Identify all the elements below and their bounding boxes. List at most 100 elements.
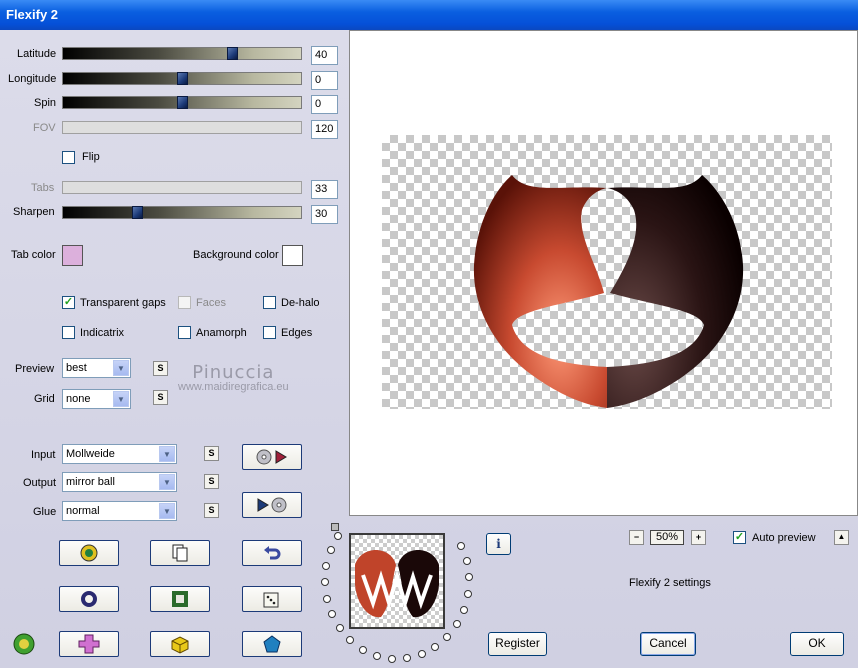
frame-button[interactable] (150, 586, 210, 612)
ok-button[interactable]: OK (790, 632, 844, 656)
dice-icon (263, 592, 279, 608)
fov-field[interactable]: 120 (311, 120, 338, 139)
navigator-dot[interactable] (464, 589, 473, 598)
navigator-dot[interactable] (372, 651, 381, 660)
tabs-slider[interactable] (62, 181, 302, 194)
preview-pane[interactable] (349, 30, 858, 516)
register-button[interactable]: Register (488, 632, 547, 656)
sharpen-thumb[interactable] (132, 206, 143, 219)
faces-checkbox[interactable] (178, 296, 191, 309)
chevron-down-icon[interactable]: ▼ (159, 474, 175, 490)
latitude-field[interactable]: 40 (311, 46, 338, 65)
navigator-dot[interactable] (464, 573, 473, 582)
dialog-body: Latitude 40 Longitude 0 Spin 0 FOV 120 F… (0, 30, 858, 668)
pentagon-button[interactable] (242, 631, 302, 657)
title-bar: Flexify 2 (0, 0, 858, 30)
navigator-dot[interactable] (322, 594, 331, 603)
fov-label: FOV (33, 122, 56, 134)
frame-icon (172, 591, 188, 607)
chevron-down-icon[interactable]: ▼ (159, 503, 175, 519)
navigator-dot[interactable] (346, 636, 355, 645)
preview-canvas (382, 135, 832, 409)
thumbnail-preview[interactable] (349, 533, 445, 629)
navigator-dot[interactable] (460, 605, 468, 614)
background-color-label: Background color (193, 249, 279, 261)
zoom-out-button[interactable]: − (629, 530, 644, 545)
anamorph-checkbox[interactable] (178, 326, 191, 339)
indicatrix-checkbox[interactable] (62, 326, 75, 339)
info-button[interactable]: i (486, 533, 511, 555)
copy-icon (172, 544, 188, 562)
longitude-label: Longitude (8, 73, 57, 85)
navigator-dot[interactable] (431, 643, 440, 651)
input-label: Input (31, 449, 56, 461)
chevron-down-icon[interactable]: ▼ (113, 360, 129, 376)
save-output-button[interactable] (242, 492, 302, 518)
tabs-field[interactable]: 33 (311, 180, 338, 199)
glue-sync-button[interactable]: S (204, 503, 219, 518)
preview-select[interactable]: best ▼ (62, 358, 131, 378)
background-color-swatch[interactable] (282, 245, 303, 266)
navigator-dot[interactable] (417, 650, 426, 659)
navigator-dot[interactable] (457, 541, 466, 550)
input-sync-button[interactable]: S (204, 446, 219, 461)
navigator-dot[interactable] (335, 624, 344, 633)
tab-shape-button[interactable] (59, 631, 119, 657)
glue-select[interactable]: normal ▼ (62, 501, 177, 521)
spin-slider[interactable] (62, 96, 302, 109)
flip-label: Flip (82, 151, 100, 163)
de-halo-checkbox[interactable] (263, 296, 276, 309)
chevron-down-icon[interactable]: ▼ (113, 391, 129, 407)
longitude-slider[interactable] (62, 72, 302, 85)
random-dice-button[interactable] (242, 586, 302, 612)
auto-preview-checkbox[interactable]: ✓ (733, 531, 746, 544)
collapse-button[interactable]: ▲ (834, 530, 849, 545)
grid-select[interactable]: none ▼ (62, 389, 131, 409)
output-sync-button[interactable]: S (204, 474, 219, 489)
cube-button[interactable] (150, 631, 210, 657)
zoom-in-button[interactable]: + (691, 530, 706, 545)
preview-sync-button[interactable]: S (153, 361, 168, 376)
navigator-dot[interactable] (327, 610, 336, 619)
spin-thumb[interactable] (177, 96, 188, 109)
longitude-thumb[interactable] (177, 72, 188, 85)
spin-field[interactable]: 0 (311, 95, 338, 114)
tab-color-swatch[interactable] (62, 245, 83, 266)
input-select[interactable]: Mollweide ▼ (62, 444, 177, 464)
sharpen-field[interactable]: 30 (311, 205, 338, 224)
sharpen-slider[interactable] (62, 206, 302, 219)
grid-sync-button[interactable]: S (153, 390, 168, 405)
tabs-label: Tabs (31, 182, 55, 194)
cube-icon (171, 636, 189, 654)
disc-to-play-icon (256, 449, 287, 465)
load-input-button[interactable] (242, 444, 302, 470)
ring-button[interactable] (59, 586, 119, 612)
edges-checkbox[interactable] (263, 326, 276, 339)
flip-checkbox[interactable] (62, 151, 75, 164)
preview-render-image (473, 175, 744, 408)
navigator-dot[interactable] (387, 654, 396, 663)
navigator-dot[interactable] (443, 632, 452, 641)
copy-button[interactable] (150, 540, 210, 566)
input-select-value: Mollweide (66, 448, 115, 460)
navigator-dot[interactable] (322, 562, 331, 570)
fov-slider[interactable] (62, 121, 302, 134)
navigator-dot[interactable] (402, 654, 411, 663)
navigator-dot[interactable] (334, 531, 343, 540)
randomize-button[interactable] (59, 540, 119, 566)
navigator-dot[interactable] (462, 556, 471, 565)
undo-button[interactable] (242, 540, 302, 566)
navigator-handle[interactable] (331, 523, 339, 531)
navigator-dot[interactable] (326, 546, 335, 555)
longitude-field[interactable]: 0 (311, 71, 338, 90)
navigator-dot[interactable] (321, 578, 329, 587)
latitude-thumb[interactable] (227, 47, 238, 60)
output-select[interactable]: mirror ball ▼ (62, 472, 177, 492)
latitude-slider[interactable] (62, 47, 302, 60)
navigator-dot[interactable] (358, 645, 367, 654)
glue-label: Glue (33, 506, 57, 518)
transparent-gaps-checkbox[interactable]: ✓ (62, 296, 75, 309)
chevron-down-icon[interactable]: ▼ (159, 446, 175, 462)
cancel-button[interactable]: Cancel (640, 632, 696, 656)
navigator-dot[interactable] (452, 620, 461, 629)
